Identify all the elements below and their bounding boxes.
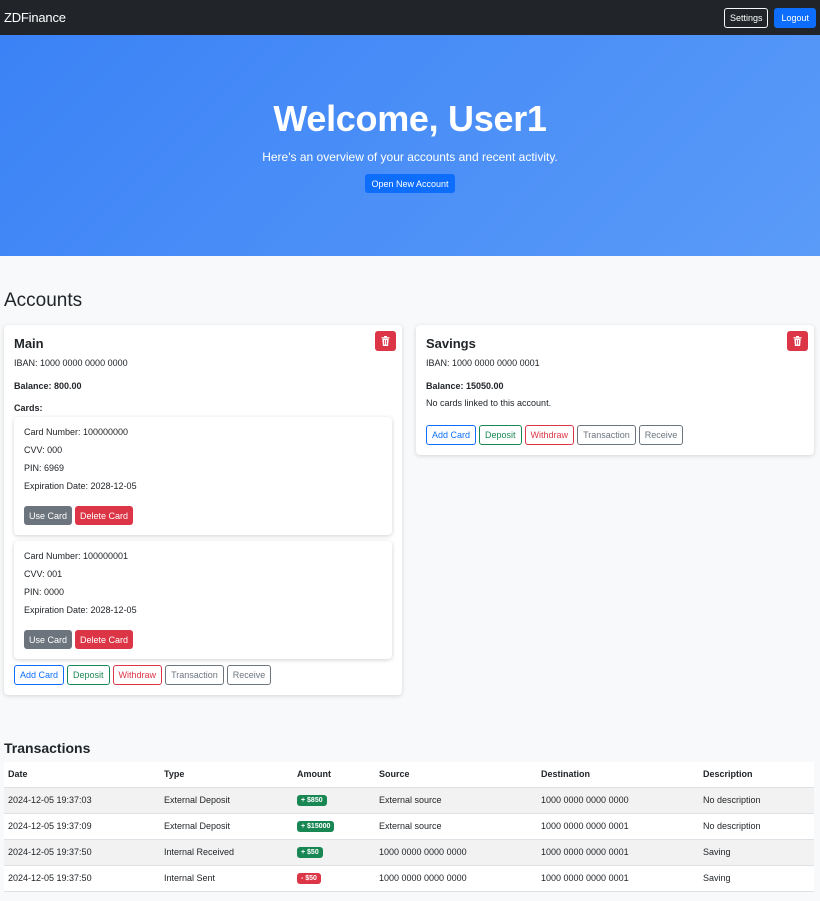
tx-amount-cell: + $15000 [293,813,375,840]
card-cvv: CVV: 000 [24,445,63,455]
amount-badge: - $50 [297,873,321,884]
card-expiration: Expiration Date: 2028-12-05 [24,605,137,615]
card-number: Card Number: 100000000 [24,427,129,437]
tx-destination: 1000 0000 0000 0001 [537,813,699,840]
account-card-main: Main IBAN: 1000 0000 0000 0000 Balance: … [4,325,402,695]
withdraw-button[interactable]: Withdraw [112,665,163,685]
tx-destination: 1000 0000 0000 0001 [537,839,699,866]
receive-button[interactable]: Receive [638,425,684,445]
column-header: Description [699,762,814,788]
tx-description: Saving [699,839,814,866]
no-cards-message: No cards linked to this account. [426,398,552,408]
delete-card-button[interactable]: Delete Card [75,630,134,649]
column-header: Date [4,762,160,788]
receive-button[interactable]: Receive [226,665,272,685]
tx-type: External Deposit [160,787,293,814]
card-expiration: Expiration Date: 2028-12-05 [24,481,137,491]
tx-date: 2024-12-05 19:37:03 [4,787,160,814]
tx-source: 1000 0000 0000 0000 [375,839,537,866]
open-new-account-button[interactable]: Open New Account [365,174,455,193]
account-balance: Balance: 800.00 [14,381,82,391]
column-header: Source [375,762,537,788]
card-pin: PIN: 0000 [24,587,65,597]
accounts-title: Accounts [4,290,83,311]
account-actions: Add Card Deposit Withdraw Transaction Re… [14,665,392,685]
card-cvv: CVV: 001 [24,569,63,579]
tx-type: Internal Received [160,839,293,866]
logout-button[interactable]: Logout [774,7,816,28]
delete-account-button[interactable] [375,331,396,351]
card-pin: PIN: 6969 [24,463,65,473]
add-card-button[interactable]: Add Card [426,425,477,445]
hero-banner: Welcome, User1 Here's an overview of you… [0,35,820,256]
tx-source: 1000 0000 0000 0000 [375,865,537,892]
brand-logo[interactable]: ZDFinance [4,10,66,25]
tx-date: 2024-12-05 19:37:50 [4,865,160,892]
amount-badge: + $50 [297,847,323,858]
welcome-subtitle: Here's an overview of your accounts and … [262,150,558,164]
deposit-button[interactable]: Deposit [479,425,522,445]
table-row: 2024-12-05 19:37:50 Internal Sent - $50 … [4,865,814,892]
transactions-title: Transactions [4,740,91,756]
transaction-button[interactable]: Transaction [165,665,224,685]
tx-source: External source [375,813,537,840]
tx-description: Saving [699,865,814,892]
welcome-title: Welcome, User1 [273,98,547,139]
tx-destination: 1000 0000 0000 0001 [537,865,699,892]
account-actions: Add Card Deposit Withdraw Transaction Re… [426,425,804,445]
column-header: Destination [537,762,699,788]
tx-type: External Deposit [160,813,293,840]
tx-date: 2024-12-05 19:37:50 [4,839,160,866]
card-item: Card Number: 100000001 CVV: 001 PIN: 000… [14,541,392,659]
trash-icon [793,336,802,346]
tx-description: No description [699,787,814,814]
use-card-button[interactable]: Use Card [24,506,73,525]
navbar: ZDFinance Settings Logout [0,0,820,35]
trash-icon [381,336,390,346]
table-row: 2024-12-05 19:37:09 External Deposit + $… [4,813,814,840]
withdraw-button[interactable]: Withdraw [524,425,575,445]
table-header-row: Date Type Amount Source Destination Desc… [4,762,814,788]
nav-actions: Settings Logout [723,7,816,28]
use-card-button[interactable]: Use Card [24,630,73,649]
account-name: Savings [426,336,476,351]
delete-card-button[interactable]: Delete Card [75,506,134,525]
cards-label: Cards: [14,403,43,413]
tx-description: No description [699,813,814,840]
deposit-button[interactable]: Deposit [67,665,110,685]
account-balance: Balance: 15050.00 [426,381,504,391]
account-card-savings: Savings IBAN: 1000 0000 0000 0001 Balanc… [416,325,814,455]
transactions-table: Date Type Amount Source Destination Desc… [4,762,814,892]
card-number: Card Number: 100000001 [24,551,129,561]
tx-amount-cell: + $850 [293,787,375,814]
card-actions: Use Card Delete Card [24,506,382,525]
tx-type: Internal Sent [160,865,293,892]
amount-badge: + $15000 [297,821,335,832]
settings-button[interactable]: Settings [723,7,769,28]
table-row: 2024-12-05 19:37:50 Internal Received + … [4,839,814,866]
accounts-list: Main IBAN: 1000 0000 0000 0000 Balance: … [0,325,820,695]
account-iban: IBAN: 1000 0000 0000 0001 [426,358,540,368]
transaction-button[interactable]: Transaction [577,425,636,445]
delete-account-button[interactable] [787,331,808,351]
tx-destination: 1000 0000 0000 0000 [537,787,699,814]
card-actions: Use Card Delete Card [24,630,382,649]
column-header: Type [160,762,293,788]
account-iban: IBAN: 1000 0000 0000 0000 [14,358,128,368]
tx-amount-cell: - $50 [293,865,375,892]
card-item: Card Number: 100000000 CVV: 000 PIN: 696… [14,417,392,535]
tx-source: External source [375,787,537,814]
column-header: Amount [293,762,375,788]
table-row: 2024-12-05 19:37:03 External Deposit + $… [4,787,814,814]
tx-date: 2024-12-05 19:37:09 [4,813,160,840]
add-card-button[interactable]: Add Card [14,665,65,685]
account-name: Main [14,336,44,351]
amount-badge: + $850 [297,795,327,806]
tx-amount-cell: + $50 [293,839,375,866]
